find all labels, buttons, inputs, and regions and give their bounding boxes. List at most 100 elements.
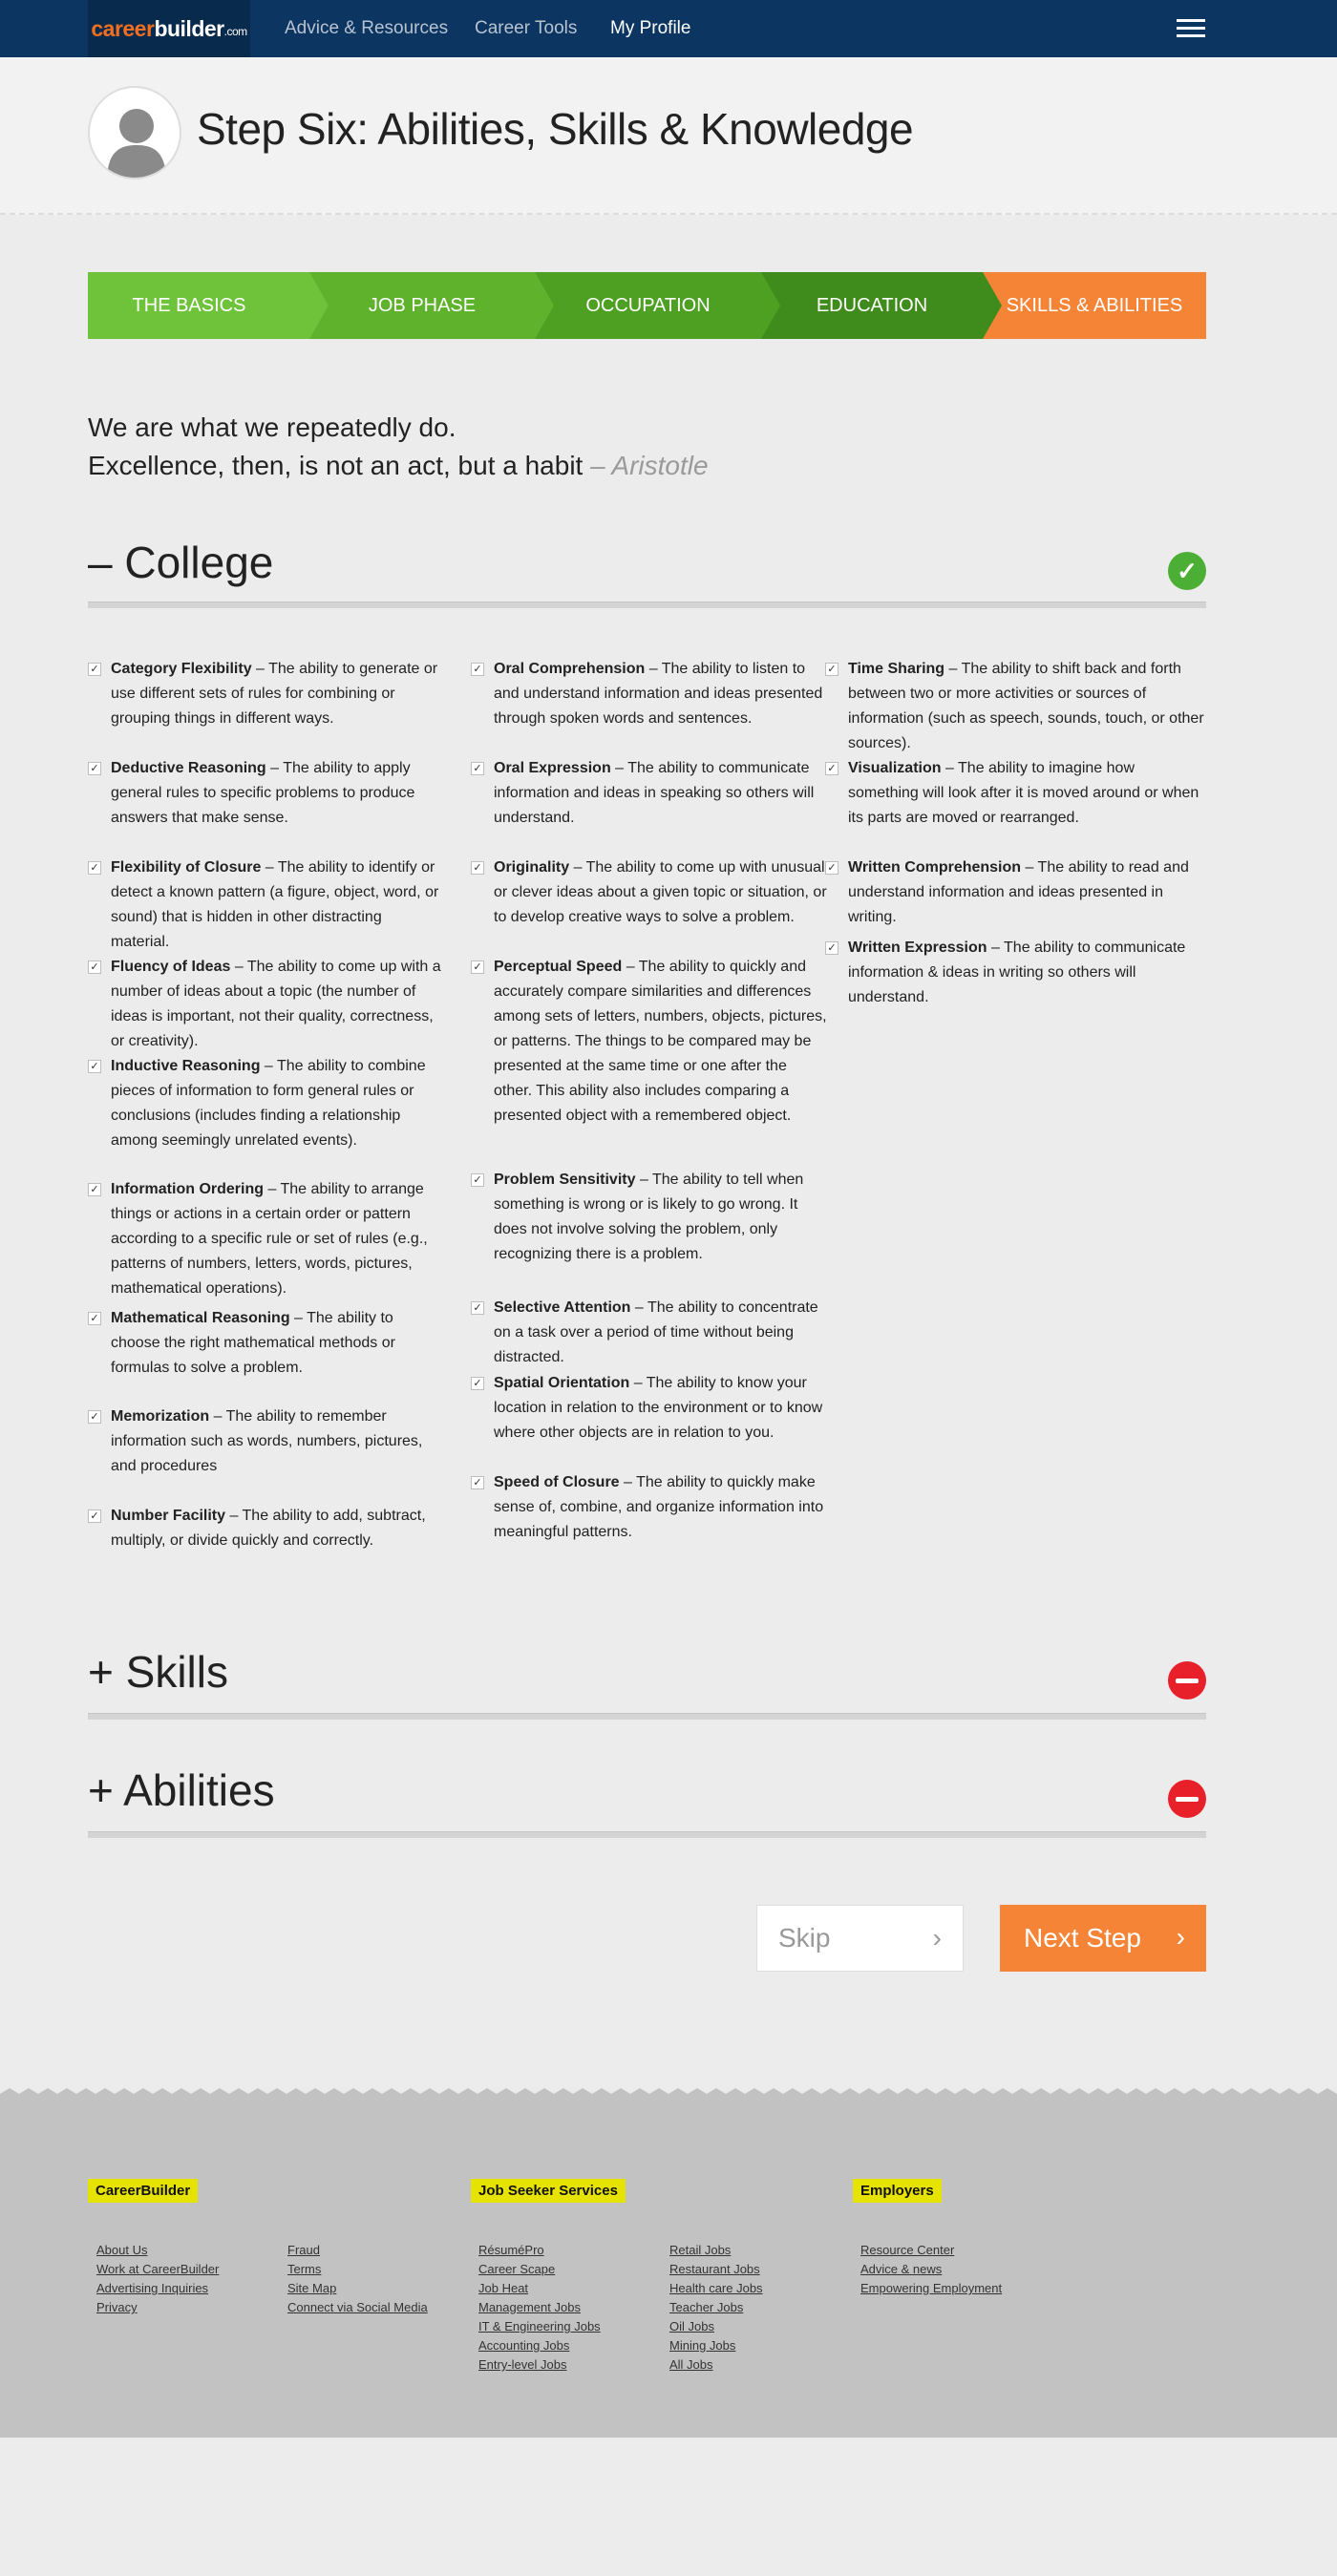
checkbox-checked-icon[interactable]: ✓ <box>471 1173 484 1187</box>
step-skills-abilities[interactable]: SKILLS & ABILITIES <box>983 272 1206 339</box>
footer-link[interactable]: Terms <box>287 2260 428 2279</box>
footer-link[interactable]: About Us <box>96 2241 219 2260</box>
nav-my-profile[interactable]: My Profile <box>610 18 690 39</box>
checkbox-checked-icon[interactable]: ✓ <box>471 663 484 676</box>
ability-item[interactable]: ✓ Speed of Closure – The ability to quick… <box>471 1470 827 1545</box>
ability-item[interactable]: ✓ Time Sharing – The ability to shift bac… <box>825 657 1207 756</box>
checkbox-checked-icon[interactable]: ✓ <box>825 941 838 955</box>
ability-item[interactable]: ✓ Written Expression – The ability to com… <box>825 936 1207 1010</box>
ability-item[interactable]: ✓ Fluency of Ideas – The ability to come … <box>88 955 444 1054</box>
footer-link[interactable]: All Jobs <box>669 2355 763 2375</box>
footer-link[interactable]: Connect via Social Media <box>287 2298 428 2317</box>
footer-link[interactable]: Advertising Inquiries <box>96 2279 219 2298</box>
ability-item[interactable]: ✓ Inductive Reasoning – The ability to co… <box>88 1054 444 1153</box>
checkbox-checked-icon[interactable]: ✓ <box>88 1060 101 1073</box>
checkbox-checked-icon[interactable]: ✓ <box>88 961 101 974</box>
footer-link[interactable]: Retail Jobs <box>669 2241 763 2260</box>
footer-link[interactable]: Accounting Jobs <box>478 2336 601 2355</box>
ability-item[interactable]: ✓ Visualization – The ability to imagine … <box>825 756 1207 831</box>
minus-circle-icon[interactable] <box>1168 1661 1206 1700</box>
ability-text: Perceptual Speed – The ability to quickl… <box>494 955 827 1129</box>
ability-name: Written Expression <box>848 940 987 956</box>
checkbox-checked-icon[interactable]: ✓ <box>88 1183 101 1196</box>
ability-name: Spatial Orientation <box>494 1375 630 1391</box>
footer-link[interactable]: Privacy <box>96 2298 219 2317</box>
checkbox-checked-icon[interactable]: ✓ <box>471 762 484 775</box>
ability-text: Selective Attention – The ability to con… <box>494 1296 827 1370</box>
ability-name: Speed of Closure <box>494 1474 620 1490</box>
step-the-basics[interactable]: THE BASICS <box>88 272 290 339</box>
careerbuilder-logo[interactable]: career builder .com <box>88 0 250 57</box>
top-navigation-bar: career builder .com Advice & Resources Car… <box>0 0 1337 57</box>
checkbox-checked-icon[interactable]: ✓ <box>471 861 484 875</box>
ability-item[interactable]: ✓ Deductive Reasoning – The ability to ap… <box>88 756 444 831</box>
ability-item[interactable]: ✓ Perceptual Speed – The ability to quick… <box>471 955 827 1129</box>
minus-circle-icon[interactable] <box>1168 1780 1206 1818</box>
ability-item[interactable]: ✓ Mathematical Reasoning – The ability to… <box>88 1306 444 1381</box>
footer-link[interactable]: Career Scape <box>478 2260 601 2279</box>
ability-item[interactable]: ✓ Written Comprehension – The ability to … <box>825 855 1207 930</box>
ability-item[interactable]: ✓ Information Ordering – The ability to a… <box>88 1177 444 1301</box>
hamburger-icon[interactable] <box>1177 19 1205 38</box>
footer-link[interactable]: Job Heat <box>478 2279 601 2298</box>
checkbox-checked-icon[interactable]: ✓ <box>88 861 101 875</box>
footer-link[interactable]: Fraud <box>287 2241 428 2260</box>
ability-item[interactable]: ✓ Flexibility of Closure – The ability to… <box>88 855 444 955</box>
footer-link[interactable]: Advice & news <box>860 2260 1002 2279</box>
ability-text: Number Facility – The ability to add, su… <box>111 1504 444 1553</box>
footer-link[interactable]: Mining Jobs <box>669 2336 763 2355</box>
ability-name: Selective Attention <box>494 1299 631 1316</box>
checkbox-checked-icon[interactable]: ✓ <box>825 861 838 875</box>
footer-links: Fraud Terms Site Map Connect via Social Med… <box>287 2241 428 2317</box>
checkbox-checked-icon[interactable]: ✓ <box>88 663 101 676</box>
checkbox-checked-icon[interactable]: ✓ <box>88 762 101 775</box>
footer-link[interactable]: IT & Engineering Jobs <box>478 2317 601 2336</box>
ability-item[interactable]: ✓ Oral Expression – The ability to commun… <box>471 756 827 831</box>
checkbox-checked-icon[interactable]: ✓ <box>88 1312 101 1325</box>
checkbox-checked-icon[interactable]: ✓ <box>471 961 484 974</box>
footer-link[interactable]: Site Map <box>287 2279 428 2298</box>
ability-item[interactable]: ✓ Memorization – The ability to remember … <box>88 1404 444 1479</box>
skills-section-header[interactable]: + Skills <box>88 1646 1206 1722</box>
ability-item[interactable]: ✓ Problem Sensitivity – The ability to te… <box>471 1168 827 1267</box>
nav-career-tools[interactable]: Career Tools <box>475 18 577 39</box>
ability-item[interactable]: ✓ Originality – The ability to come up wi… <box>471 855 827 930</box>
ability-item[interactable]: ✓ Number Facility – The ability to add, s… <box>88 1504 444 1553</box>
checkbox-checked-icon[interactable]: ✓ <box>471 1301 484 1315</box>
footer-link[interactable]: Health care Jobs <box>669 2279 763 2298</box>
checkmark-icon[interactable]: ✓ <box>1168 552 1206 590</box>
chevron-right-icon: › <box>1176 1922 1185 1952</box>
checkbox-checked-icon[interactable]: ✓ <box>471 1377 484 1390</box>
nav-advice-resources[interactable]: Advice & Resources <box>285 18 448 39</box>
quote-line-1: We are what we repeatedly do. <box>88 412 456 442</box>
college-section-header[interactable]: – College ✓ <box>88 537 1206 613</box>
ability-name: Number Facility <box>111 1508 226 1524</box>
section-divider <box>88 1713 1206 1720</box>
abilities-section-header[interactable]: + Abilities <box>88 1764 1206 1841</box>
footer-link[interactable]: Management Jobs <box>478 2298 601 2317</box>
ability-item[interactable]: ✓ Oral Comprehension – The ability to lis… <box>471 657 827 731</box>
checkbox-checked-icon[interactable]: ✓ <box>88 1410 101 1424</box>
footer-link[interactable]: Teacher Jobs <box>669 2298 763 2317</box>
footer-link[interactable]: Resource Center <box>860 2241 1002 2260</box>
footer-link[interactable]: RésuméPro <box>478 2241 601 2260</box>
skip-button[interactable]: Skip › <box>756 1905 964 1972</box>
progress-steps: THE BASICS JOB PHASE OCCUPATION EDUCATIO… <box>88 272 1206 339</box>
next-step-button[interactable]: Next Step › <box>1000 1905 1206 1972</box>
ability-item[interactable]: ✓ Spatial Orientation – The ability to kn… <box>471 1371 827 1446</box>
footer-link[interactable]: Entry-level Jobs <box>478 2355 601 2375</box>
ability-item[interactable]: ✓ Selective Attention – The ability to co… <box>471 1296 827 1370</box>
step-job-phase[interactable]: JOB PHASE <box>309 272 535 339</box>
ability-item[interactable]: ✓ Category Flexibility – The ability to g… <box>88 657 444 731</box>
footer-link[interactable]: Restaurant Jobs <box>669 2260 763 2279</box>
step-occupation[interactable]: OCCUPATION <box>535 272 761 339</box>
checkbox-checked-icon[interactable]: ✓ <box>88 1510 101 1523</box>
checkbox-checked-icon[interactable]: ✓ <box>825 762 838 775</box>
footer-link[interactable]: Empowering Employment <box>860 2279 1002 2298</box>
checkbox-checked-icon[interactable]: ✓ <box>825 663 838 676</box>
footer-link[interactable]: Work at CareerBuilder <box>96 2260 219 2279</box>
footer-link[interactable]: Oil Jobs <box>669 2317 763 2336</box>
ability-name: Originality <box>494 859 570 876</box>
step-education[interactable]: EDUCATION <box>761 272 983 339</box>
checkbox-checked-icon[interactable]: ✓ <box>471 1476 484 1489</box>
